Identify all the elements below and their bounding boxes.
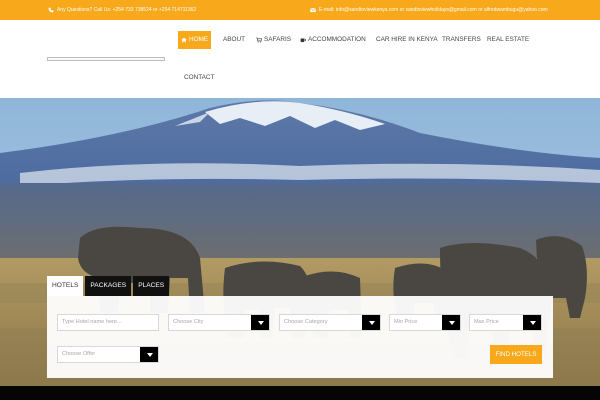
cart-icon — [256, 37, 262, 43]
hotel-name-input[interactable]: Type Hotel name here... — [57, 314, 159, 331]
bottom-dark-strip — [0, 386, 600, 400]
nav-home-label: HOME — [189, 36, 209, 43]
nav-car-hire-label: CAR HIRE IN KENYA — [376, 36, 438, 43]
min-price-dropdown-button[interactable] — [442, 315, 460, 330]
caret-down-icon — [146, 352, 153, 357]
caret-down-icon — [368, 320, 375, 325]
envelope-icon — [310, 7, 316, 13]
nav-car-hire[interactable]: CAR HIRE IN KENYA — [373, 31, 441, 49]
logo-placeholder[interactable] — [47, 57, 165, 61]
phone-icon — [48, 7, 54, 13]
offer-select[interactable]: Choose Offer — [57, 346, 159, 363]
nav-contact[interactable]: CONTACT — [181, 69, 217, 87]
offer-dropdown-button[interactable] — [140, 347, 158, 362]
max-price-value: Max Price — [474, 319, 499, 325]
cup-icon — [300, 38, 306, 43]
city-dropdown-button[interactable] — [251, 315, 269, 330]
phone-info: Any Questions? Call Us: +254 733 738524 … — [48, 7, 196, 13]
max-price-select[interactable]: Max Price — [469, 314, 542, 331]
home-icon — [181, 37, 187, 43]
tab-packages[interactable]: PACKAGES — [85, 276, 132, 296]
nav-accommodation[interactable]: ACCOMMODATION — [297, 31, 369, 49]
hotel-search-panel: Type Hotel name here... Choose City Choo… — [47, 296, 553, 378]
nav-safaris[interactable]: SAFARIS — [253, 31, 294, 49]
min-price-value: Min Price — [394, 319, 418, 325]
category-select-value: Choose Category — [284, 319, 328, 325]
offer-select-value: Choose Offer — [62, 351, 96, 357]
find-hotels-button[interactable]: FIND HOTELS — [490, 345, 542, 364]
nav-about[interactable]: ABOUT — [220, 31, 248, 49]
nav-transfers-label: TRANSFERS — [442, 36, 481, 43]
hotel-name-placeholder: Type Hotel name here... — [62, 319, 122, 325]
nav-real-estate-label: REAL ESTATE — [487, 36, 530, 43]
caret-down-icon — [529, 320, 536, 325]
min-price-select[interactable]: Min Price — [389, 314, 461, 331]
nav-safaris-label: SAFARIS — [264, 36, 291, 43]
caret-down-icon — [257, 320, 264, 325]
max-price-dropdown-button[interactable] — [523, 315, 541, 330]
caret-down-icon — [448, 320, 455, 325]
category-select[interactable]: Choose Category — [279, 314, 381, 331]
nav-real-estate[interactable]: REAL ESTATE — [484, 31, 532, 49]
city-select[interactable]: Choose City — [168, 314, 270, 331]
category-dropdown-button[interactable] — [362, 315, 380, 330]
email-text[interactable]: E-mail: info@sandtoviewkenya.com or sand… — [319, 7, 548, 13]
site-header: HOME ABOUT SAFARIS ACCOMMODATION CAR HIR… — [0, 20, 600, 98]
nav-contact-label: CONTACT — [184, 74, 215, 81]
top-info-bar: Any Questions? Call Us: +254 733 738524 … — [0, 0, 600, 20]
tab-places[interactable]: PLACES — [133, 276, 170, 296]
city-select-value: Choose City — [173, 319, 204, 325]
nav-transfers[interactable]: TRANSFERS — [439, 31, 484, 49]
nav-home[interactable]: HOME — [178, 31, 212, 49]
email-info: E-mail: info@sandtoviewkenya.com or sand… — [310, 7, 548, 13]
tab-hotels[interactable]: HOTELS — [47, 276, 84, 296]
nav-about-label: ABOUT — [223, 36, 246, 43]
phone-text: Any Questions? Call Us: +254 733 738524 … — [57, 7, 197, 13]
nav-accommodation-label: ACCOMMODATION — [308, 36, 366, 43]
search-tabs: HOTELS PACKAGES PLACES — [47, 276, 170, 296]
